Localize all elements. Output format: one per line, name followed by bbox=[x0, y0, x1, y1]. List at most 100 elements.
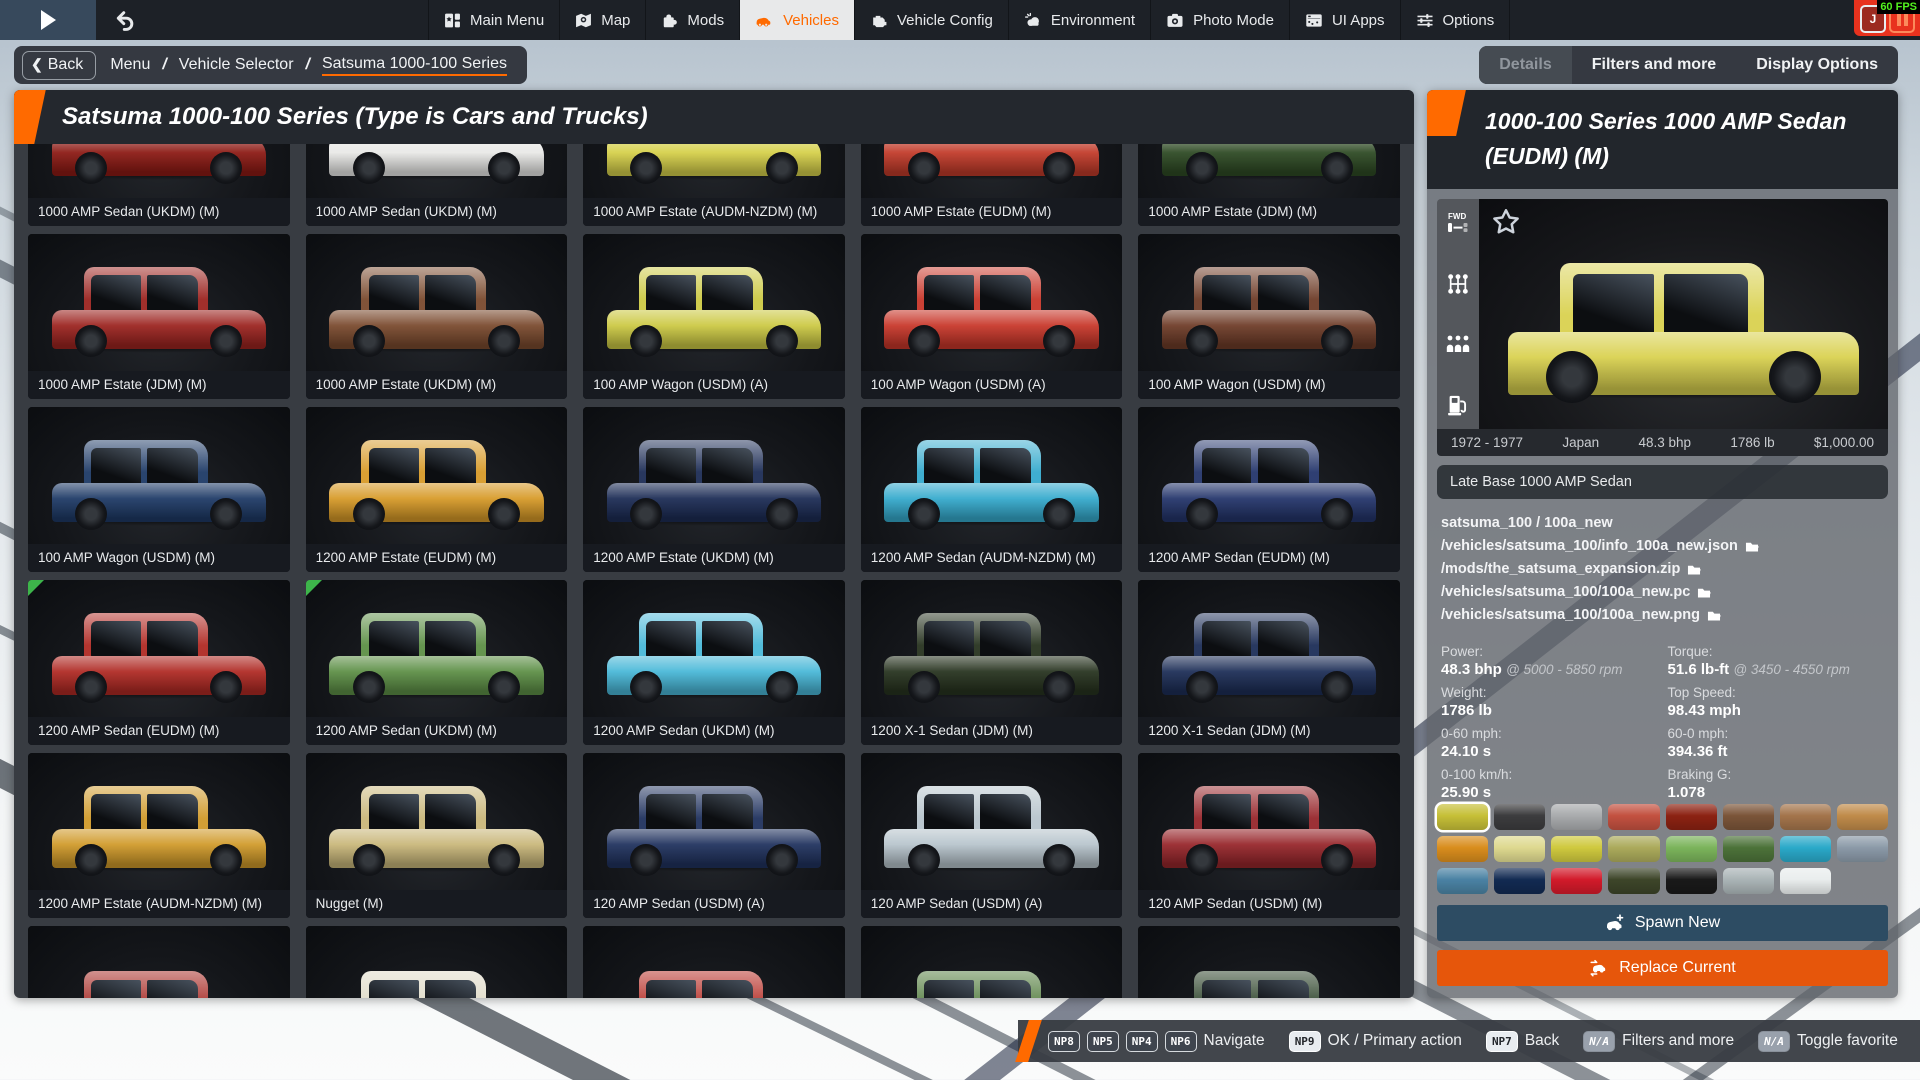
stat-0-60-mph: 0-60 mph:24.10 s bbox=[1441, 726, 1658, 760]
vehicle-thumbnail bbox=[1138, 580, 1400, 717]
paint-swatch[interactable] bbox=[1437, 804, 1488, 830]
paint-swatch[interactable] bbox=[1608, 804, 1659, 830]
vehicle-card[interactable]: 1000 AMP Sedan (UKDM) (M) bbox=[28, 144, 290, 226]
details-header: 1000-100 Series 1000 AMP Sedan (EUDM) (M… bbox=[1427, 90, 1898, 189]
vehicle-config-icon bbox=[870, 12, 888, 29]
vehicle-card[interactable] bbox=[28, 926, 290, 998]
vehicle-card[interactable]: 1200 AMP Estate (EUDM) (M) bbox=[306, 407, 568, 572]
menu-item-ui-apps[interactable]: UI Apps bbox=[1289, 0, 1400, 40]
vehicle-card[interactable]: 120 AMP Sedan (USDM) (M) bbox=[1138, 753, 1400, 918]
vehicle-card[interactable]: 1200 AMP Estate (UKDM) (M) bbox=[583, 407, 845, 572]
tab-details[interactable]: Details bbox=[1479, 46, 1571, 84]
environment-icon bbox=[1024, 12, 1042, 29]
back-button[interactable]: ❮ Back bbox=[22, 51, 96, 80]
folder-icon[interactable] bbox=[1707, 609, 1721, 622]
paint-swatch[interactable] bbox=[1723, 868, 1774, 894]
folder-icon[interactable] bbox=[1697, 586, 1711, 599]
car-thumbnail bbox=[52, 618, 267, 703]
vehicle-grid-viewport[interactable]: 1000 AMP Sedan (UKDM) (M)1000 AMP Sedan … bbox=[14, 144, 1414, 998]
paint-swatch[interactable] bbox=[1494, 836, 1545, 862]
folder-icon[interactable] bbox=[1687, 563, 1701, 576]
keybind-key: NP6 bbox=[1165, 1031, 1197, 1052]
vehicle-card[interactable]: 1000 AMP Estate (UKDM) (M) bbox=[306, 234, 568, 399]
photo-mode-icon bbox=[1166, 12, 1184, 29]
paint-swatch[interactable] bbox=[1837, 836, 1888, 862]
vehicle-card[interactable]: 1000 AMP Estate (JDM) (M) bbox=[1138, 144, 1400, 226]
vehicle-card-label: 1200 X-1 Sedan (JDM) (M) bbox=[861, 717, 1123, 745]
menu-item-photo-mode[interactable]: Photo Mode bbox=[1150, 0, 1289, 40]
breadcrumb-vehicle-selector[interactable]: Vehicle Selector bbox=[179, 56, 294, 74]
paint-swatch[interactable] bbox=[1780, 836, 1831, 862]
paint-swatch[interactable] bbox=[1608, 868, 1659, 894]
vehicle-card[interactable] bbox=[861, 926, 1123, 998]
tab-filters-and-more[interactable]: Filters and more bbox=[1572, 46, 1736, 84]
paint-swatch[interactable] bbox=[1608, 836, 1659, 862]
paint-swatch[interactable] bbox=[1494, 868, 1545, 894]
vehicle-card[interactable]: 1200 AMP Sedan (UKDM) (M) bbox=[306, 580, 568, 745]
vehicle-thumbnail bbox=[583, 580, 845, 717]
play-button[interactable] bbox=[0, 0, 96, 40]
car-thumbnail bbox=[884, 445, 1099, 530]
paint-swatch[interactable] bbox=[1666, 868, 1717, 894]
vehicle-card-label: 1200 AMP Sedan (UKDM) (M) bbox=[306, 717, 568, 745]
vehicle-card[interactable] bbox=[583, 926, 845, 998]
vehicle-card[interactable]: 1200 X-1 Sedan (JDM) (M) bbox=[1138, 580, 1400, 745]
stat-top-speed: Top Speed:98.43 mph bbox=[1668, 685, 1885, 719]
spawn-new-button[interactable]: Spawn New bbox=[1437, 905, 1888, 941]
favorite-star-icon[interactable] bbox=[1491, 207, 1521, 237]
menu-item-options[interactable]: Options bbox=[1400, 0, 1511, 40]
vehicle-card[interactable]: 100 AMP Wagon (USDM) (A) bbox=[583, 234, 845, 399]
vehicle-card[interactable]: 1000 AMP Estate (AUDM-NZDM) (M) bbox=[583, 144, 845, 226]
vehicle-card[interactable]: 1200 AMP Sedan (UKDM) (M) bbox=[583, 580, 845, 745]
vehicle-card[interactable]: 1200 X-1 Sedan (JDM) (M) bbox=[861, 580, 1123, 745]
paint-swatch[interactable] bbox=[1666, 836, 1717, 862]
vehicle-card[interactable]: 1200 AMP Sedan (EUDM) (M) bbox=[1138, 407, 1400, 572]
paint-swatch[interactable] bbox=[1780, 804, 1831, 830]
paint-swatch[interactable] bbox=[1437, 836, 1488, 862]
car-thumbnail bbox=[329, 618, 544, 703]
back-button-label: Back bbox=[48, 56, 84, 74]
paint-swatch[interactable] bbox=[1551, 868, 1602, 894]
vehicle-card[interactable]: 120 AMP Sedan (USDM) (A) bbox=[861, 753, 1123, 918]
breadcrumb-menu[interactable]: Menu bbox=[110, 56, 150, 74]
vehicle-card[interactable]: 120 AMP Sedan (USDM) (A) bbox=[583, 753, 845, 918]
selected-vehicle-title: 1000-100 Series 1000 AMP Sedan (EUDM) (M… bbox=[1485, 104, 1880, 173]
vehicle-card-label: 1000 AMP Estate (JDM) (M) bbox=[1138, 198, 1400, 226]
vehicle-card[interactable]: 100 AMP Wagon (USDM) (M) bbox=[28, 407, 290, 572]
vehicle-card[interactable] bbox=[306, 926, 568, 998]
vehicle-card[interactable]: 1200 AMP Sedan (EUDM) (M) bbox=[28, 580, 290, 745]
paint-swatch[interactable] bbox=[1551, 804, 1602, 830]
paint-swatch[interactable] bbox=[1723, 836, 1774, 862]
paint-swatch[interactable] bbox=[1723, 804, 1774, 830]
vehicle-card[interactable]: 100 AMP Wagon (USDM) (A) bbox=[861, 234, 1123, 399]
menu-item-vehicle-config[interactable]: Vehicle Config bbox=[854, 0, 1008, 40]
menu-item-map[interactable]: Map bbox=[559, 0, 645, 40]
paint-swatch[interactable] bbox=[1666, 804, 1717, 830]
paint-swatch[interactable] bbox=[1494, 804, 1545, 830]
vehicle-card[interactable]: 1000 AMP Estate (EUDM) (M) bbox=[861, 144, 1123, 226]
tab-display-options[interactable]: Display Options bbox=[1736, 46, 1898, 84]
folder-icon[interactable] bbox=[1745, 540, 1759, 553]
menu-item-main-menu[interactable]: Main Menu bbox=[428, 0, 559, 40]
undo-button[interactable] bbox=[96, 0, 154, 40]
chevron-left-icon: ❮ bbox=[31, 56, 43, 73]
vehicle-card[interactable]: 1200 AMP Estate (AUDM-NZDM) (M) bbox=[28, 753, 290, 918]
paint-swatch[interactable] bbox=[1780, 868, 1831, 894]
vehicle-card[interactable]: 1000 AMP Sedan (UKDM) (M) bbox=[306, 144, 568, 226]
menu-item-mods[interactable]: Mods bbox=[645, 0, 739, 40]
menu-item-label: Mods bbox=[687, 12, 724, 29]
replace-current-button[interactable]: Replace Current bbox=[1437, 950, 1888, 986]
vehicle-card[interactable] bbox=[1138, 926, 1400, 998]
paint-swatch[interactable] bbox=[1551, 836, 1602, 862]
paint-swatch[interactable] bbox=[1437, 868, 1488, 894]
vehicle-card[interactable]: 1200 AMP Sedan (AUDM-NZDM) (M) bbox=[861, 407, 1123, 572]
menu-item-vehicles[interactable]: Vehicles bbox=[739, 0, 854, 40]
menu-item-environment[interactable]: Environment bbox=[1008, 0, 1150, 40]
paint-swatch[interactable] bbox=[1837, 804, 1888, 830]
mods-icon bbox=[661, 12, 678, 29]
breadcrumb-current-series[interactable]: Satsuma 1000-100 Series bbox=[322, 55, 507, 76]
vehicle-card[interactable]: Nugget (M) bbox=[306, 753, 568, 918]
vehicle-card[interactable]: 1000 AMP Estate (JDM) (M) bbox=[28, 234, 290, 399]
keybind-key: NP8 bbox=[1048, 1031, 1080, 1052]
vehicle-card[interactable]: 100 AMP Wagon (USDM) (M) bbox=[1138, 234, 1400, 399]
